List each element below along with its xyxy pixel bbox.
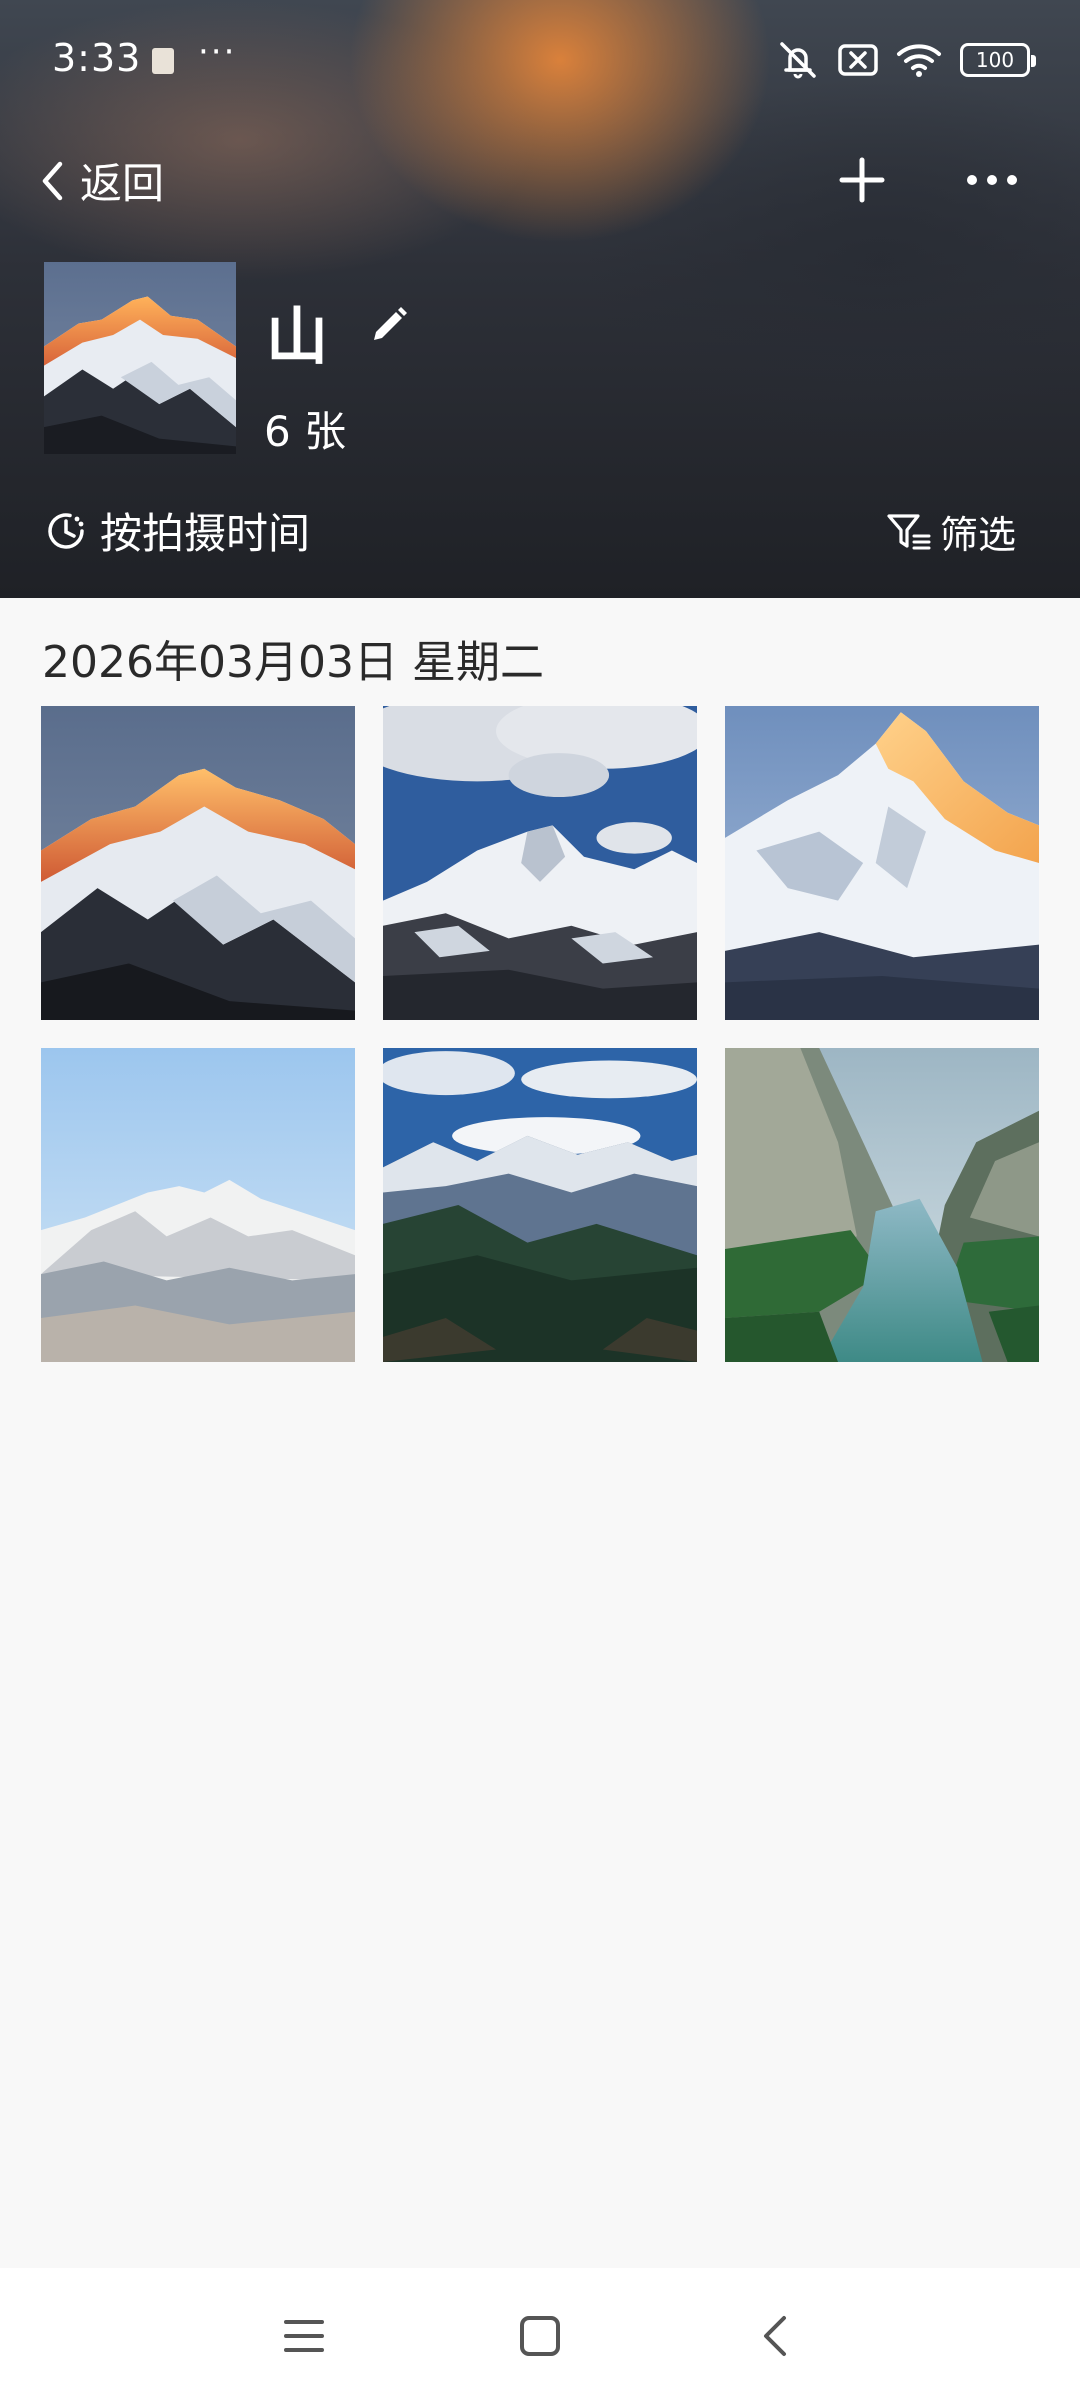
status-bar: 3:33 ··· 100 xyxy=(0,0,1080,120)
plus-icon[interactable] xyxy=(834,152,890,208)
sim-off-icon xyxy=(838,44,878,76)
filter-icon xyxy=(887,513,931,549)
photo-thumbnail[interactable] xyxy=(383,706,697,1020)
chevron-left-icon xyxy=(42,161,63,200)
photo-thumbnail[interactable] xyxy=(41,1048,355,1362)
more-horizontal-icon[interactable] xyxy=(964,160,1020,200)
status-more-indicator: ··· xyxy=(198,32,237,72)
wifi-icon xyxy=(897,44,941,77)
home-icon[interactable] xyxy=(510,2306,570,2366)
back-label: 返回 xyxy=(80,159,165,208)
album-title[interactable]: 山 xyxy=(266,286,328,376)
album-cover[interactable] xyxy=(44,262,236,454)
menu-icon[interactable] xyxy=(274,2306,334,2366)
filter-label: 筛选 xyxy=(939,513,1016,557)
album-photo-count: 6 张 xyxy=(264,407,347,456)
photo-thumbnail[interactable] xyxy=(725,706,1039,1020)
date-group-header: 2026年03月03日 星期二 xyxy=(42,637,544,688)
mute-icon xyxy=(780,42,816,79)
status-time: 3:33 xyxy=(52,36,142,80)
photo-grid xyxy=(41,706,1039,1362)
sort-by-capture-time[interactable]: 按拍摄时间 xyxy=(44,500,310,561)
clock-sort-icon xyxy=(48,512,84,549)
status-icons: 100 xyxy=(776,40,1036,80)
photo-thumbnail[interactable] xyxy=(383,1048,697,1362)
back-icon[interactable] xyxy=(746,2306,806,2366)
system-navigation-bar xyxy=(0,2268,1080,2400)
photo-thumbnail[interactable] xyxy=(41,706,355,1020)
filter-button[interactable]: 筛选 xyxy=(886,504,1016,559)
note-icon xyxy=(152,48,174,74)
battery-icon: 100 xyxy=(960,43,1036,77)
sort-label: 按拍摄时间 xyxy=(100,509,311,558)
album-header: 3:33 ··· 100 返回 山 6 张 按拍摄时间 筛选 xyxy=(0,0,1080,598)
edit-icon[interactable] xyxy=(368,304,410,346)
photo-thumbnail[interactable] xyxy=(725,1048,1039,1362)
back-button[interactable]: 返回 xyxy=(40,150,164,211)
battery-level: 100 xyxy=(975,48,1015,72)
